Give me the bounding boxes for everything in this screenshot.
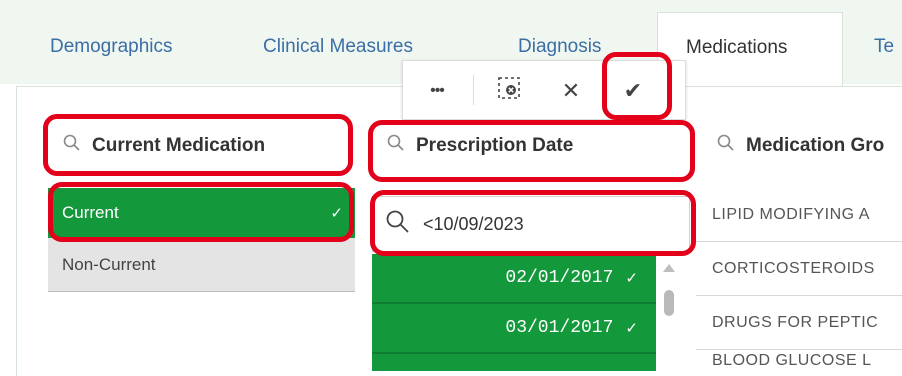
current-medication-list: Current ✓ Non-Current [48,188,355,292]
cancel-selection-button[interactable]: ✕ [551,71,591,111]
list-item[interactable]: BLOOD GLUCOSE L [696,350,902,370]
prescription-date-header[interactable]: Prescription Date [386,122,573,170]
search-icon [716,133,736,159]
list-item[interactable]: DRUGS FOR PEPTIC [696,296,902,350]
prescription-date-search-input[interactable] [421,212,655,236]
check-icon: ✓ [625,270,638,287]
check-icon: ✓ [330,205,343,222]
medication-group-list: LIPID MODIFYING A CORTICOSTEROIDS DRUGS … [696,188,902,370]
search-icon [385,209,411,240]
list-item-non-current[interactable]: Non-Current [48,238,355,292]
list-item[interactable]: CORTICOSTEROIDS [696,242,902,296]
list-item-date[interactable]: 03/01/2017 ✓ [372,304,656,354]
prescription-date-list: 02/01/2017 ✓ 03/01/2017 ✓ [372,254,656,371]
check-icon: ✓ [625,320,638,337]
scroll-thumb[interactable] [664,290,674,316]
list-item-date[interactable]: 02/01/2017 ✓ [372,254,656,304]
search-icon [62,133,82,159]
toolbar-divider [473,75,474,105]
current-medication-header[interactable]: Current Medication [62,122,265,170]
tab-diagnosis[interactable]: Diagnosis [518,36,601,62]
list-item-date-partial[interactable] [372,354,656,371]
selection-toolbar: ••• ✕ ✔ [402,60,686,120]
current-medication-title: Current Medication [92,135,266,156]
date-list-scrollbar[interactable] [658,256,680,371]
tab-clinical-measures[interactable]: Clinical Measures [263,36,413,62]
list-item-label: Non-Current [62,254,156,274]
prescription-date-search [372,196,690,252]
list-item-label: Current [62,203,119,222]
list-item-label: 03/01/2017 [505,318,614,338]
prescription-date-title: Prescription Date [416,135,574,156]
medication-group-header[interactable]: Medication Gro [716,122,884,170]
scroll-up-arrow-icon[interactable] [663,264,675,272]
confirm-selection-button[interactable]: ✔ [613,71,653,111]
search-icon [386,133,406,159]
list-item[interactable]: LIPID MODIFYING A [696,188,902,242]
medication-group-title: Medication Gro [746,135,885,156]
tab-medications-label: Medications [686,37,788,58]
clear-selection-button[interactable] [489,71,529,111]
clear-selection-icon [496,75,522,107]
tab-te[interactable]: Te [874,36,894,62]
list-item-label: 02/01/2017 [505,268,614,288]
list-item-current[interactable]: Current ✓ [48,188,355,238]
tab-demographics[interactable]: Demographics [50,36,173,62]
more-options-button[interactable]: ••• [417,71,457,111]
